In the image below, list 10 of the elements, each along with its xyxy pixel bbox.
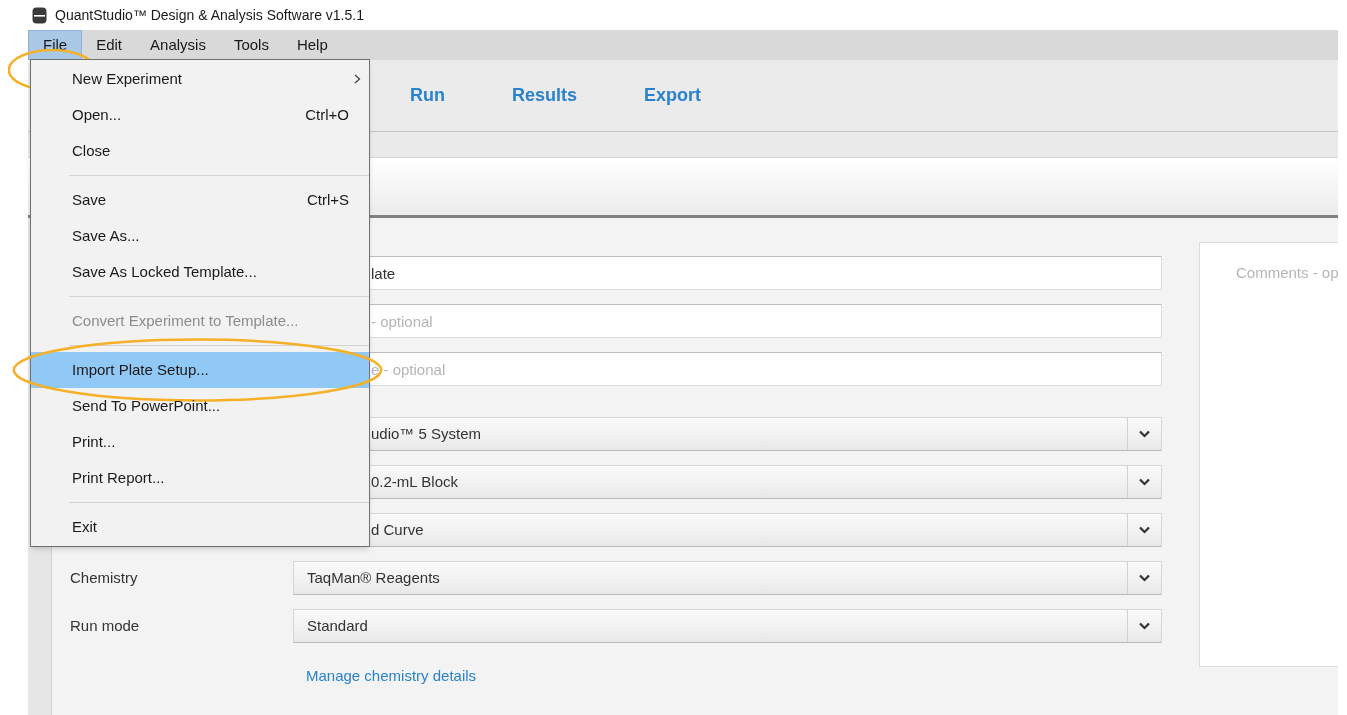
dropdown-value: Standard — [306, 615, 369, 636]
dropdown-value: TaqMan® Reagents — [306, 567, 441, 588]
field-label: Chemistry — [70, 569, 138, 586]
dropdown-value: udio™ 5 System — [370, 423, 483, 444]
dropdown-value: d Curve — [370, 519, 425, 540]
dropdown-value: 0.2-mL Block — [370, 471, 459, 492]
shortcut-label: Ctrl+S — [306, 189, 349, 210]
field-label: Run mode — [70, 617, 140, 634]
shortcut-label: Ctrl+O — [305, 104, 349, 125]
window-title: QuantStudio™ Design & Analysis Software v1.5.1 — [55, 5, 364, 25]
